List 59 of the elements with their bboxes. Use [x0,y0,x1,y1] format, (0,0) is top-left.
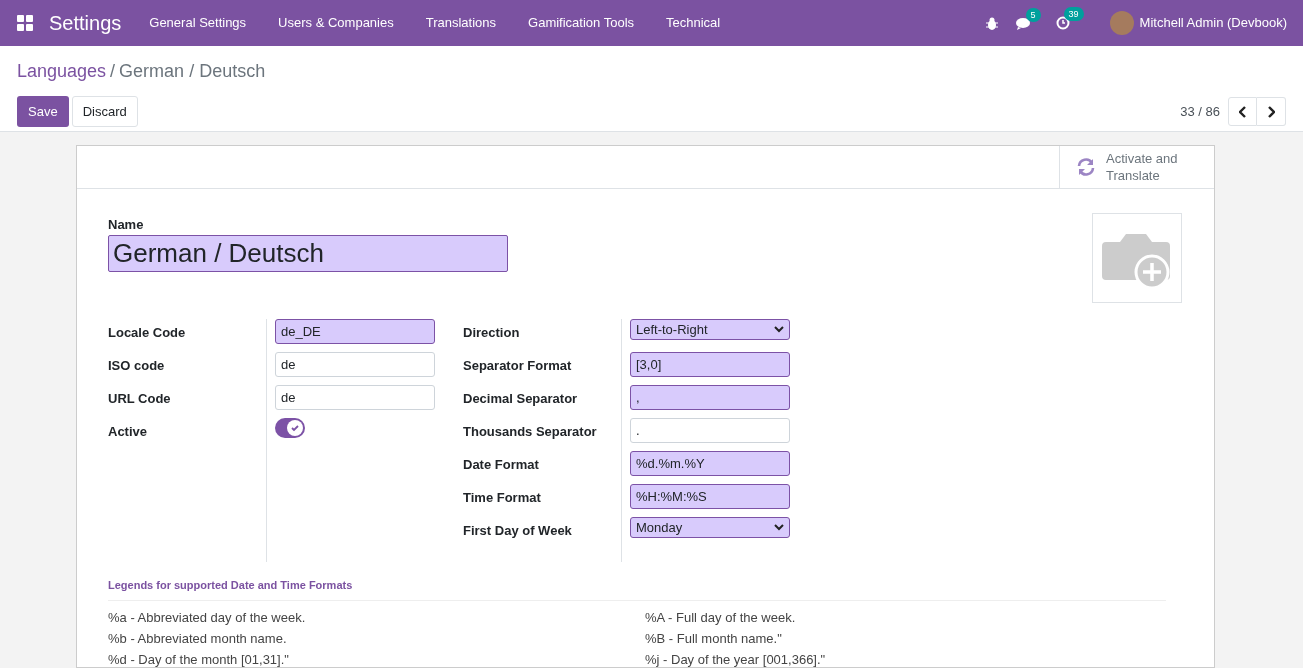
activate-translate-button[interactable]: Activate and Translate [1059,146,1214,188]
toggle-switch[interactable] [275,418,305,438]
select-field[interactable]: Monday [630,517,790,538]
menu-item[interactable]: Translations [409,13,513,33]
field-label: Active [108,424,148,439]
text-field[interactable]: %H:%M:%S [630,484,790,509]
discard-button[interactable]: Discard [71,96,138,127]
name-field[interactable]: German / Deutsch [108,234,508,272]
caret-icon [774,326,784,333]
menu-item[interactable]: Technical [650,13,737,33]
previous-button[interactable] [1228,97,1257,126]
check-icon [290,423,300,433]
count-badge: 39 [1063,7,1084,21]
legend-text: %d - Day of the month [01,31]." [108,651,290,668]
legend-text: %b - Abbreviated month name. [108,630,288,648]
field-label: URL Code [108,391,171,406]
field-label: Decimal Separator [463,391,578,406]
select-field[interactable]: Left-to-Right [630,319,790,340]
field-label: Date Format [463,457,539,472]
bug-icon[interactable] [985,16,998,30]
legend-text: %j - Day of the year [001,366]." [645,651,827,668]
field-label: Direction [463,325,520,340]
field-label: Locale Code [108,325,186,340]
field-label: Thousands Separator [463,424,597,439]
menu-item[interactable]: Gamification Tools [512,13,651,33]
chevron-right-icon [1267,105,1275,118]
legend-text: %B - Full month name." [645,630,783,648]
text-field[interactable]: de_DE [275,319,435,344]
menu-item[interactable]: General Settings [133,13,263,33]
chat-icon[interactable] [1015,16,1032,30]
legend-text: %a - Abbreviated day of the week. [108,609,307,627]
save-button[interactable]: Save [17,96,69,127]
text-field[interactable]: , [630,385,790,410]
text-field[interactable]: de [275,352,435,377]
text-field[interactable]: de [275,385,435,410]
pager-value: 33 / 86 [1180,102,1220,121]
field-label: Time Format [463,490,541,505]
breadcrumb-link[interactable]: Languages [17,58,107,85]
field-label: ISO code [108,358,165,373]
section-title: Legends for supported Date and Time Formats [108,579,353,591]
menu-item[interactable]: Users & Companies [262,13,410,33]
user-name[interactable]: Mitchell Admin (Devbook) [1139,13,1287,33]
caret-icon [774,524,784,531]
field-label: Name [108,216,145,234]
chevron-left-icon [1238,105,1247,118]
text-field[interactable]: %d.%m.%Y [630,451,790,476]
text-field[interactable]: [3,0] [630,352,790,377]
clock-icon[interactable] [1055,16,1070,30]
field-label: Separator Format [463,358,572,373]
refresh-icon [1076,157,1096,177]
apps-grid-icon[interactable] [17,15,33,31]
next-button[interactable] [1257,97,1286,126]
count-badge: 5 [1025,7,1041,22]
breadcrumb-current: German / Deutsch [119,60,266,83]
breadcrumb-separator: / [110,60,116,83]
field-label: First Day of Week [463,523,572,538]
legend-text: %A - Full day of the week. [645,609,797,627]
text-field[interactable]: . [630,418,790,443]
app-title[interactable]: Settings [49,8,122,38]
